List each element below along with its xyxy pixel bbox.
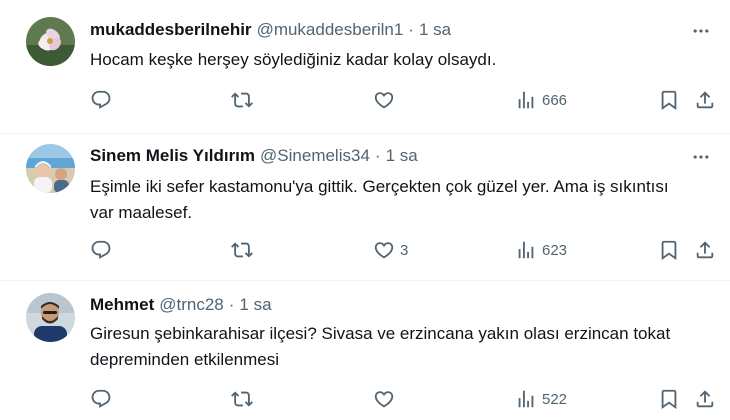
- avatar[interactable]: [26, 17, 75, 66]
- views-button[interactable]: 666: [515, 88, 567, 112]
- views-count: 666: [542, 91, 568, 109]
- views-count: 623: [542, 241, 568, 259]
- views-icon: [515, 239, 537, 261]
- reply-button[interactable]: [90, 88, 117, 112]
- views-icon: [515, 89, 537, 111]
- like-button[interactable]: [373, 88, 400, 112]
- retweet-button[interactable]: [231, 387, 258, 411]
- tweet-text: Eşimle iki sefer kastamonu'ya gittik. Ge…: [90, 177, 669, 222]
- tweet-text: Hocam keşke herşey söylediğiniz kadar ko…: [90, 50, 497, 69]
- author-name[interactable]: mukaddesberilnehir: [90, 20, 252, 40]
- heart-icon: [373, 239, 395, 261]
- tweet-header: mukaddesberilnehir @mukaddesberiln1 · 1 …: [90, 18, 451, 42]
- tweet[interactable]: Sinem Melis Yıldırım @Sinemelis34 · 1 sa…: [0, 134, 730, 281]
- reply-icon: [90, 89, 112, 111]
- retweet-icon: [231, 388, 253, 410]
- like-button[interactable]: 3: [373, 238, 408, 262]
- reply-icon: [90, 388, 112, 410]
- share-icon: [694, 388, 716, 410]
- share-button[interactable]: [694, 238, 716, 262]
- tweet-text: Giresun şebinkarahisar ilçesi? Sivasa ve…: [90, 324, 671, 369]
- tweet-actions: 3 623: [90, 238, 718, 262]
- retweet-button[interactable]: [231, 238, 258, 262]
- reply-button[interactable]: [90, 387, 117, 411]
- retweet-icon: [231, 239, 253, 261]
- separator-dot: ·: [374, 146, 381, 165]
- avatar[interactable]: [26, 293, 75, 342]
- bookmark-button[interactable]: [658, 88, 680, 112]
- share-icon: [694, 89, 716, 111]
- reply-icon: [90, 239, 112, 261]
- heart-icon: [373, 89, 395, 111]
- retweet-icon: [231, 89, 253, 111]
- views-count: 522: [542, 390, 568, 408]
- separator-dot: ·: [408, 20, 414, 39]
- tweet-header: Mehmet @trnc28 · 1 sa: [90, 293, 272, 317]
- tweet[interactable]: mukaddesberilnehir @mukaddesberiln1 · 1 …: [0, 0, 730, 134]
- share-icon: [694, 239, 716, 261]
- reply-button[interactable]: [90, 238, 117, 262]
- timestamp[interactable]: 1 sa: [419, 20, 451, 40]
- timestamp[interactable]: 1 sa: [239, 295, 271, 315]
- author-name[interactable]: Mehmet: [90, 295, 154, 315]
- views-button[interactable]: 623: [515, 238, 567, 262]
- like-count: 3: [400, 241, 409, 259]
- views-button[interactable]: 522: [515, 387, 567, 411]
- bookmark-icon: [658, 89, 680, 111]
- tweet-header: Sinem Melis Yıldırım @Sinemelis34 · 1 sa: [90, 144, 418, 168]
- tweet-actions: 666: [90, 88, 718, 112]
- author-handle[interactable]: @Sinemelis34: [260, 146, 370, 166]
- tweet[interactable]: Mehmet @trnc28 · 1 sa Giresun şebinkarah…: [0, 281, 730, 420]
- author-handle[interactable]: @trnc28: [159, 295, 224, 315]
- timestamp[interactable]: 1 sa: [386, 146, 418, 166]
- bookmark-icon: [658, 388, 680, 410]
- avatar[interactable]: [26, 144, 75, 193]
- tweet-actions: 522: [90, 387, 718, 411]
- bookmark-button[interactable]: [658, 238, 680, 262]
- share-button[interactable]: [694, 88, 716, 112]
- author-name[interactable]: Sinem Melis Yıldırım: [90, 146, 255, 166]
- retweet-button[interactable]: [231, 88, 258, 112]
- bookmark-button[interactable]: [658, 387, 680, 411]
- more-icon[interactable]: [690, 20, 712, 42]
- separator-dot: ·: [228, 295, 235, 314]
- more-icon[interactable]: [690, 146, 712, 168]
- heart-icon: [373, 388, 395, 410]
- bookmark-icon: [658, 239, 680, 261]
- like-button[interactable]: [373, 387, 400, 411]
- views-icon: [515, 388, 537, 410]
- author-handle[interactable]: @mukaddesberiln1: [257, 20, 404, 40]
- share-button[interactable]: [694, 387, 716, 411]
